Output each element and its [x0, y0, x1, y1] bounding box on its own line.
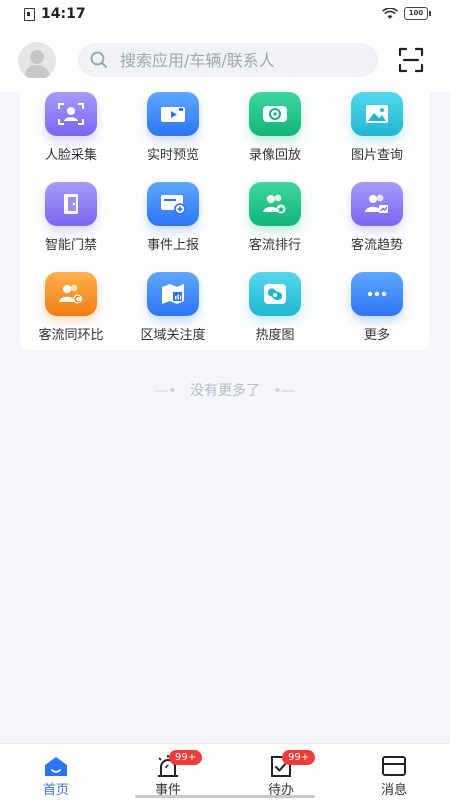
app-area-attention[interactable]: 区域关注度 [122, 272, 224, 352]
app-people-compare[interactable]: 客流同环比 [20, 272, 122, 352]
sim-icon [24, 7, 35, 21]
tab-label: 首页 [42, 783, 69, 798]
divider-left: —• [154, 383, 190, 399]
face-capture-icon [45, 92, 97, 136]
video-camera-icon [147, 92, 199, 136]
app-label: 人脸采集 [44, 148, 97, 163]
app-image-query[interactable]: 图片查询 [326, 92, 428, 172]
people-trend-icon [351, 182, 403, 226]
battery-indicator: 100 [404, 7, 431, 20]
app-label: 区域关注度 [140, 328, 206, 343]
app-label: 热度图 [255, 328, 295, 343]
status-bar: 14:17 100 [0, 0, 450, 30]
app-label: 图片查询 [350, 148, 403, 163]
app-label: 智能门禁 [44, 238, 97, 253]
more-icon [351, 272, 403, 316]
app-label: 事件上报 [146, 238, 199, 253]
status-time: 14:17 [41, 6, 86, 22]
divider-right: •— [260, 383, 296, 399]
playback-icon [249, 92, 301, 136]
app-live-preview[interactable]: 实时预览 [122, 92, 224, 172]
app-label: 更多 [363, 328, 390, 343]
app-playback[interactable]: 录像回放 [224, 92, 326, 172]
events-badge: 99+ [169, 750, 203, 765]
heatmap-icon [249, 272, 301, 316]
search-icon [90, 51, 107, 68]
app-people-trend[interactable]: 客流趋势 [326, 182, 428, 262]
home-indicator [135, 795, 315, 798]
app-label: 实时预览 [146, 148, 199, 163]
tab-label: 消息 [380, 783, 407, 798]
scan-icon[interactable] [397, 46, 425, 74]
app-label: 客流排行 [248, 238, 301, 253]
tab-messages[interactable]: 消息 [338, 744, 450, 801]
app-event-report[interactable]: 事件上报 [122, 182, 224, 262]
app-label: 客流同环比 [38, 328, 104, 343]
no-more-divider: —• 没有更多了 •— [0, 380, 450, 400]
tab-events[interactable]: 99+ 事件 [112, 744, 224, 801]
app-label: 客流趋势 [350, 238, 403, 253]
todo-badge: 99+ [282, 750, 316, 765]
app-smart-access[interactable]: 智能门禁 [20, 182, 122, 262]
image-icon [351, 92, 403, 136]
user-avatar-icon [24, 50, 50, 78]
tab-todo[interactable]: 99+ 待办 [225, 744, 337, 801]
app-more[interactable]: 更多 [326, 272, 428, 352]
home-icon [45, 757, 67, 776]
event-report-icon [147, 182, 199, 226]
app-grid: 人脸采集 实时预览 录像回放 图片查询 智能门禁 事件上报 客流排行 客流趋势 … [20, 78, 430, 350]
search-input[interactable] [118, 49, 372, 71]
tab-home[interactable]: 首页 [0, 744, 112, 801]
search-bar[interactable] [78, 43, 378, 77]
message-icon [382, 756, 406, 776]
people-rank-icon [249, 182, 301, 226]
no-more-text: 没有更多了 [190, 383, 260, 399]
app-heatmap[interactable]: 热度图 [224, 272, 326, 352]
area-attention-icon [147, 272, 199, 316]
app-people-rank[interactable]: 客流排行 [224, 182, 326, 262]
bottom-tab-bar: 首页 99+ 事件 99+ 待办 消息 [0, 743, 450, 801]
wifi-icon [382, 7, 398, 19]
door-icon [45, 182, 97, 226]
app-label: 录像回放 [248, 148, 301, 163]
people-compare-icon [45, 272, 97, 316]
avatar[interactable] [18, 42, 56, 80]
app-face-capture[interactable]: 人脸采集 [20, 92, 122, 172]
